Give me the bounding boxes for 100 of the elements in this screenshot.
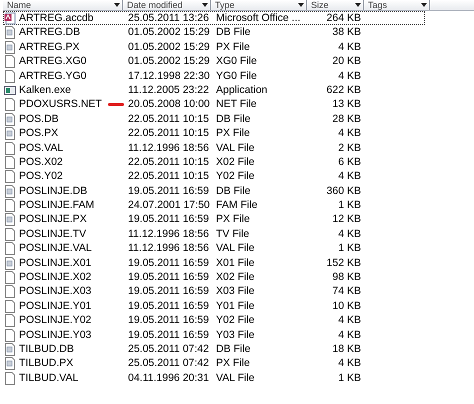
file-type: DB File [215,26,252,40]
date-modified: 25.05.2011 07:42 [127,357,210,370]
file-row[interactable]: POSLINJE.X02 19.05.2011 16:59 X02 File 98 KB [3,270,425,284]
file-size: 1 KB [337,199,362,212]
date-modified: 19.05.2011 16:59 [127,184,210,198]
file-row[interactable]: POS.PX 22.05.2011 10:15 PX File 4 KB [3,126,425,141]
file-size: 6 KB [337,156,362,169]
file-row[interactable]: ARTREG.PX 01.05.2002 15:29 PX File 4 KB [3,40,425,54]
file-type: VAL File [215,142,256,155]
file-size: 4 KB [337,127,362,140]
column-header[interactable]: Date modified [123,0,211,10]
dropdown-arrow-icon[interactable] [354,1,362,9]
file-type: Y02 File [215,170,256,184]
date-modified: 24.07.2001 17:50 [127,199,211,212]
blank-file-icon [4,372,16,385]
blank-file-icon [4,242,16,256]
file-row[interactable]: POSLINJE.PX 19.05.2011 16:59 PX File 12 KB [3,212,425,227]
dropdown-arrow-icon[interactable] [201,1,209,9]
date-modified: 17.12.1998 22:30 [127,70,211,83]
file-row[interactable]: POS.DB 22.05.2011 10:15 DB File 28 KB [3,112,425,126]
date-modified: 20.05.2008 10:00 [127,98,211,112]
file-row[interactable]: POSLINJE.VAL 11.12.1996 18:56 VAL File 1 KB [3,241,425,256]
document-icon [4,342,16,356]
file-row[interactable]: ARTREG.XG0 01.05.2002 15:29 XG0 File 20 KB [3,54,425,69]
date-modified: 01.05.2002 15:29 [127,26,211,40]
file-name: TILBUD.DB [19,342,74,356]
file-size: 10 KB [331,300,362,313]
file-size: 4 KB [337,228,362,241]
file-size: 264 KB [326,12,362,25]
file-row[interactable]: POSLINJE.X01 19.05.2011 16:59 X01 File 152 KB [3,256,425,270]
file-name: ARTREG.accdb [19,12,94,25]
date-modified: 11.12.1996 18:56 [127,142,210,155]
file-row[interactable]: TILBUD.PX 25.05.2011 07:42 PX File 4 KB [3,356,425,371]
file-row[interactable]: POSLINJE.FAM 24.07.2001 17:50 FAM File 1 KB [3,198,425,212]
file-type: Microsoft Office ... [215,12,302,25]
document-icon [4,256,16,270]
column-header[interactable]: Name [3,0,123,10]
file-type: TV File [215,228,250,241]
date-modified: 19.05.2011 16:59 [127,213,210,226]
date-modified: 19.05.2011 16:59 [127,271,210,284]
file-row[interactable]: POSLINJE.TV 11.12.1996 18:56 TV File 4 KB [3,226,425,242]
file-name: ARTREG.XG0 [19,55,86,68]
file-name: POS.X02 [19,156,63,169]
date-modified: 01.05.2002 15:29 [127,40,211,54]
file-row[interactable]: POS.X02 22.05.2011 10:15 X02 File 6 KB [3,154,425,170]
file-name: POS.Y02 [19,170,63,184]
file-size: 74 KB [331,285,362,298]
file-size: 98 KB [331,271,362,284]
file-name: POSLINJE.Y02 [19,314,92,328]
file-row[interactable]: POSLINJE.Y02 19.05.2011 16:59 Y02 File 4 KB [3,313,425,328]
file-row[interactable]: POS.Y02 22.05.2011 10:15 Y02 File 4 KB [3,169,425,184]
file-size: 4 KB [337,314,362,328]
file-name: PDOXUSRS.NET [19,98,102,112]
blank-file-icon [4,199,16,212]
document-icon [4,357,16,370]
file-row[interactable]: TILBUD.DB 25.05.2011 07:42 DB File 18 KB [3,342,425,356]
file-row[interactable]: POSLINJE.Y01 19.05.2011 16:59 Y01 File 10 KB [3,298,425,314]
file-type: NET File [215,98,258,112]
document-icon [4,184,16,198]
file-row[interactable]: ARTREG.accdb 25.05.2011 13:26 Microsoft Office ... 264 KB [3,11,425,26]
file-size: 4 KB [337,170,362,184]
document-icon [4,213,16,226]
file-row[interactable]: TILBUD.VAL 04.11.1996 20:31 VAL File 1 KB [3,370,425,386]
file-size: 13 KB [331,98,362,112]
blank-file-icon [4,285,16,298]
file-type: DB File [215,112,252,126]
column-header[interactable]: Type [211,0,307,10]
file-row[interactable]: POSLINJE.Y03 19.05.2011 16:59 Y03 File 4 KB [3,328,425,342]
dropdown-arrow-icon[interactable] [420,1,428,9]
column-header[interactable]: Size [307,0,364,10]
file-row[interactable]: POSLINJE.X03 19.05.2011 16:59 X03 File 74 KB [3,284,425,299]
file-name: POSLINJE.X01 [19,256,92,270]
blank-file-icon [4,271,16,284]
file-size: 4 KB [337,328,362,342]
column-header[interactable]: Tags [364,0,430,10]
file-name: POS.DB [19,112,59,126]
blank-file-icon [4,55,16,68]
date-modified: 19.05.2011 16:59 [127,314,210,328]
dropdown-arrow-icon[interactable] [297,1,305,9]
file-type: YG0 File [215,70,258,83]
file-size: 1 KB [337,372,362,385]
blank-file-icon [4,300,16,313]
file-type: DB File [215,184,252,198]
dropdown-arrow-icon[interactable] [113,1,121,9]
date-modified: 19.05.2011 16:59 [127,328,210,342]
file-row[interactable]: POSLINJE.DB 19.05.2011 16:59 DB File 360 KB [3,184,425,198]
file-row[interactable]: Kalken.exe 11.12.2005 23:22 Application 622 KB [3,82,425,98]
date-modified: 01.05.2002 15:29 [127,55,211,68]
file-name: POSLINJE.FAM [19,199,94,212]
file-type: PX File [215,40,251,54]
file-row[interactable]: POS.VAL 11.12.1996 18:56 VAL File 2 KB [3,140,425,155]
document-icon [4,127,16,140]
file-name: POSLINJE.VAL [19,242,92,256]
file-row[interactable]: ARTREG.YG0 17.12.1998 22:30 YG0 File 4 KB [3,68,425,83]
file-row[interactable]: PDOXUSRS.NET 20.05.2008 10:00 NET File 13 KB [3,97,425,112]
file-row[interactable]: ARTREG.DB 01.05.2002 15:29 DB File 38 KB [3,25,425,40]
date-modified: 22.05.2011 10:15 [127,127,210,140]
file-type: Y03 File [215,328,256,342]
date-modified: 11.12.1996 18:56 [127,242,210,256]
file-name: POSLINJE.TV [19,228,86,241]
